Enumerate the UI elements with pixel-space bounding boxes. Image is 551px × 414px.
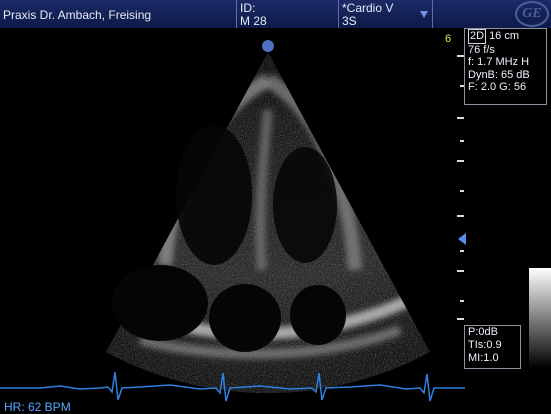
imaging-params-panel: 2D 16 cm 76 f/s f: 1.7 MHz H DynB: 65 dB … [464,28,547,105]
depth-tick [457,270,464,272]
heart-rate: HR: 62 BPM [4,400,71,414]
depth-tick [457,55,464,57]
depth-tick [457,117,464,119]
orientation-marker-icon [262,40,274,52]
mode-indicator: 2D [468,29,487,44]
frame-rate: 76 f/s [468,43,495,56]
depth-tick [460,140,464,142]
focus-marker-icon[interactable] [458,233,466,245]
tis-value: TIs:0.9 [468,339,502,351]
acoustic-output-panel: P:0dB TIs:0.9 MI:1.0 [464,325,521,369]
mi-value: MI:1.0 [468,352,499,364]
dynamic-range: DynB: 65 dB [468,68,530,81]
depth-tick [457,160,464,162]
depth-tick [460,300,464,302]
depth-value: 16 cm [489,30,520,42]
depth-scale-label: 6 [445,33,452,45]
power-value: P:0dB [468,326,498,338]
depth-tick [460,190,464,192]
grayscale-bar [529,268,551,368]
depth-tick [457,318,464,320]
depth-tick [457,215,464,217]
heart-chambers [112,125,346,352]
sector-scan [106,52,430,394]
depth-tick [460,250,464,252]
frequency: f: 1.7 MHz H [468,56,530,68]
frame-gain: F: 2.0 G: 56 [468,81,527,93]
